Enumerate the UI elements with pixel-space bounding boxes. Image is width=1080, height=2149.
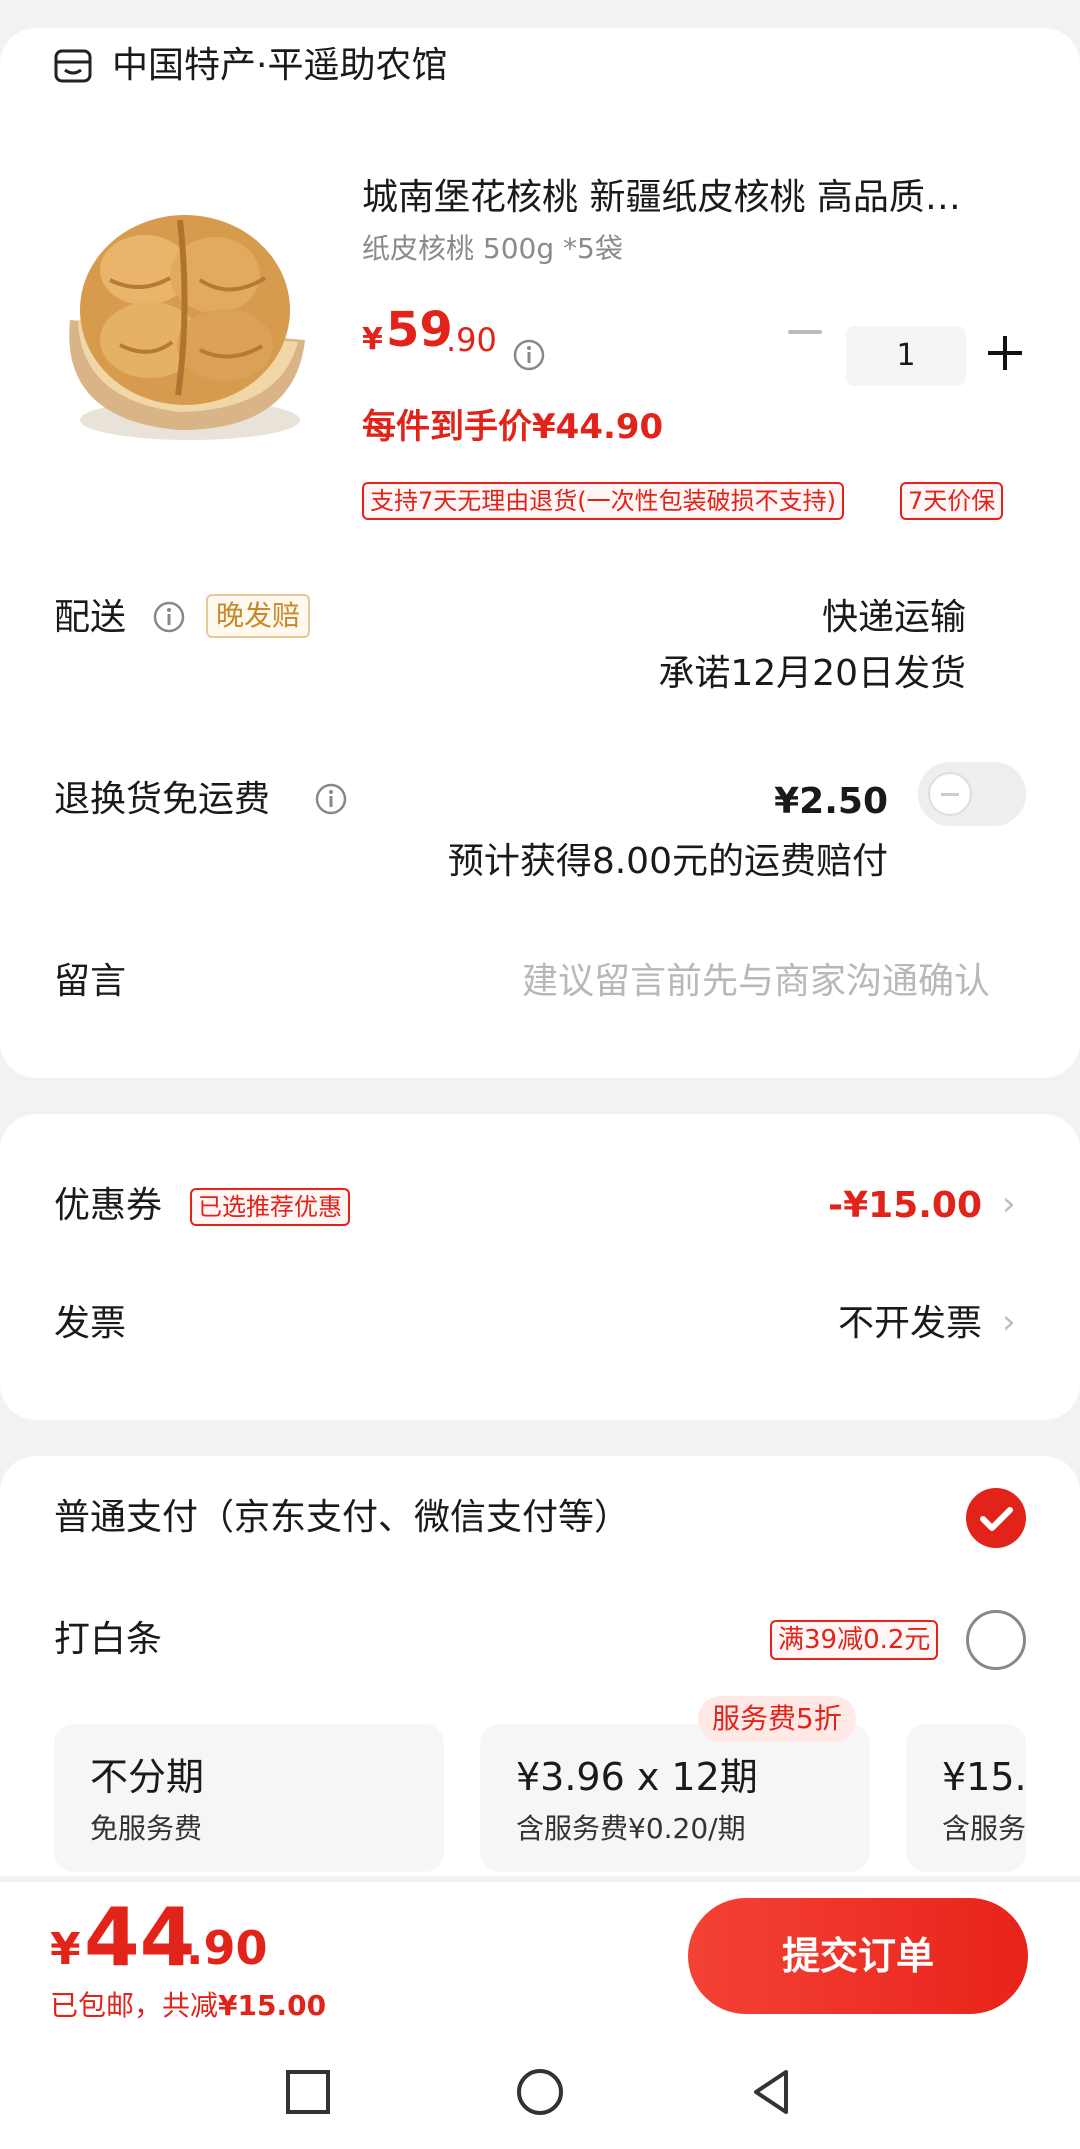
back-icon[interactable] bbox=[746, 2066, 798, 2118]
recents-icon[interactable] bbox=[282, 2066, 334, 2118]
delivery-label: 配送 bbox=[54, 597, 127, 638]
installment-option-3[interactable]: ¥15.3 含服务费 bbox=[906, 1724, 1026, 1872]
service-fee-promo-badge: 服务费5折 bbox=[698, 1696, 856, 1742]
coupon-label: 优惠券 bbox=[54, 1185, 163, 1226]
installment-sub: 含服务费¥0.20/期 bbox=[516, 1812, 746, 1845]
late-delivery-badge: 晚发赔 bbox=[206, 594, 311, 638]
submit-order-button[interactable]: 提交订单 bbox=[688, 1898, 1028, 2014]
baitiao-radio[interactable] bbox=[966, 1610, 1026, 1670]
return-shipping-price: ¥2.50 bbox=[774, 781, 888, 822]
return-policy-tag: 支持7天无理由退货(一次性包装破损不支持) bbox=[362, 482, 844, 520]
price-info-icon[interactable] bbox=[512, 338, 546, 372]
baitiao-tag: 满39减0.2元 bbox=[770, 1620, 939, 1660]
coupon-value[interactable]: -¥15.00 bbox=[828, 1182, 982, 1230]
quantity-increase-button[interactable] bbox=[988, 336, 1022, 370]
quantity-input[interactable]: 1 bbox=[846, 326, 966, 386]
delivery-promise: 承诺12月20日发货 bbox=[658, 653, 966, 694]
total-integer: 44 bbox=[84, 1891, 196, 1984]
installment-option-12[interactable]: ¥3.96 x 12期 含服务费¥0.20/期 bbox=[480, 1724, 870, 1872]
product-title[interactable]: 城南堡花核桃 新疆纸皮核桃 高品质… bbox=[362, 174, 1012, 222]
return-shipping-label: 退换货免运费 bbox=[54, 779, 271, 820]
arrival-price: 每件到手价¥44.90 bbox=[362, 407, 664, 447]
total-note-prefix: 已包邮，共减 bbox=[50, 1989, 219, 2022]
price-integer: 59 bbox=[386, 302, 453, 358]
delivery-method[interactable]: 快递运输 bbox=[822, 594, 966, 642]
message-label: 留言 bbox=[54, 961, 127, 1002]
return-shipping-info-icon[interactable] bbox=[314, 782, 348, 816]
home-icon[interactable] bbox=[514, 2066, 566, 2118]
price-decimal: .90 bbox=[446, 321, 497, 359]
normal-payment-label[interactable]: 普通支付（京东支付、微信支付等） bbox=[54, 1494, 630, 1542]
product-spec: 纸皮核桃 500g *5袋 bbox=[362, 232, 623, 265]
quantity-decrease-button[interactable] bbox=[788, 330, 822, 334]
price-protect-tag: 7天价保 bbox=[900, 482, 1004, 520]
total-discount: ¥15.00 bbox=[218, 1989, 327, 2022]
discount-card bbox=[0, 1114, 1080, 1420]
return-shipping-note: 预计获得8.00元的运费赔付 bbox=[447, 841, 888, 882]
installment-sub: 免服务费 bbox=[90, 1812, 203, 1845]
price-currency: ¥ bbox=[362, 322, 383, 357]
installment-main: 不分期 bbox=[90, 1755, 205, 1799]
delivery-info-icon[interactable] bbox=[152, 600, 186, 634]
product-image[interactable] bbox=[50, 160, 320, 480]
invoice-value[interactable]: 不开发票 bbox=[838, 1300, 982, 1348]
installment-main: ¥3.96 x 12期 bbox=[516, 1755, 758, 1799]
invoice-chevron-icon[interactable]: › bbox=[1002, 1302, 1016, 1342]
shop-icon bbox=[54, 49, 92, 83]
message-input[interactable]: 建议留言前先与商家沟通确认 bbox=[522, 958, 990, 1006]
total-currency: ¥ bbox=[50, 1924, 81, 1975]
shop-name[interactable]: 中国特产·平遥助农馆 bbox=[112, 42, 447, 90]
coupon-badge: 已选推荐优惠 bbox=[190, 1188, 350, 1226]
invoice-label: 发票 bbox=[54, 1303, 127, 1344]
coupon-chevron-icon[interactable]: › bbox=[1002, 1184, 1016, 1224]
total-decimal: .90 bbox=[186, 1921, 268, 1975]
baitiao-label[interactable]: 打白条 bbox=[54, 1616, 162, 1664]
installment-sub: 含服务费 bbox=[942, 1812, 1026, 1845]
installment-option-none[interactable]: 不分期 免服务费 bbox=[54, 1724, 444, 1872]
return-shipping-toggle[interactable] bbox=[918, 762, 1026, 826]
total-note: 已包邮，共减¥15.00 bbox=[50, 1986, 326, 2026]
installment-main: ¥15.3 bbox=[942, 1755, 1026, 1799]
normal-payment-radio[interactable] bbox=[966, 1488, 1026, 1548]
